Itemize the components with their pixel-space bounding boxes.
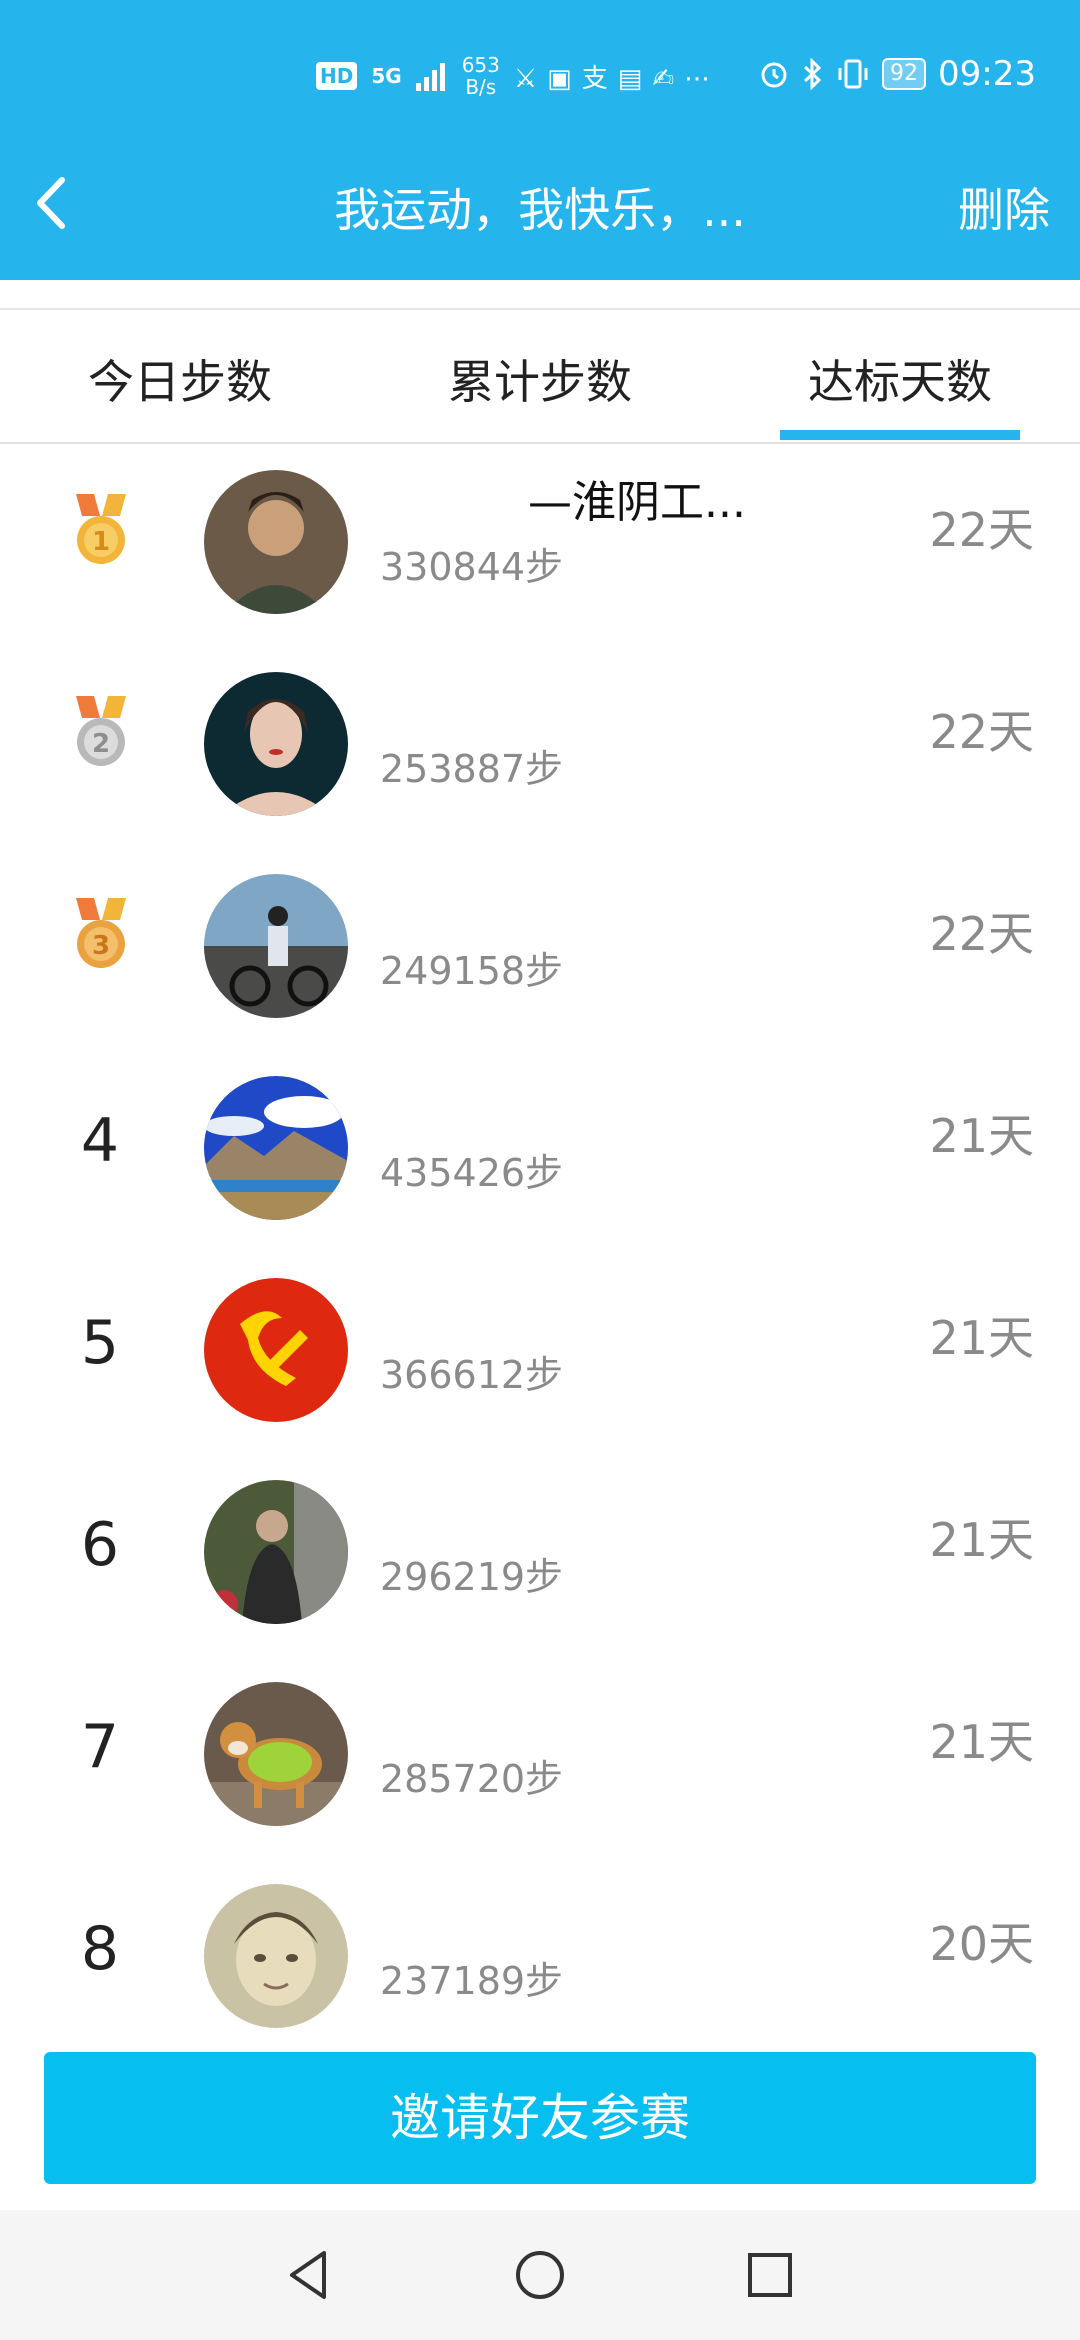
clock: 09:23 [938,54,1036,94]
network-label: 5G [371,64,402,88]
net-speed-unit: B/s [465,75,497,99]
notification-icons: ⚔▣支▤✍⋯ [513,63,721,94]
goal-days: 21天 [929,1715,1034,1769]
rank-number: 6 [80,1510,120,1580]
step-count: 285720步 [380,1757,564,1801]
nav-home-button[interactable] [510,2245,570,2305]
step-count: 366612步 [380,1353,564,1397]
avatar [204,1076,348,1220]
page-title: 我运动，我快乐，... [334,183,746,237]
goal-days: 21天 [929,1311,1034,1365]
net-speed: 653 B/s [462,54,500,98]
status-bar: HD 5G 653 B/s ⚔▣支▤✍⋯ 92 09:23 [0,44,1080,114]
step-count: 435426步 [380,1151,564,1195]
user-name: —淮阴工... [528,477,746,528]
rank-number: 7 [80,1712,120,1782]
step-count: 253887步 [380,747,564,791]
bluetooth-icon [803,58,822,90]
rank-number: 8 [80,1914,120,1984]
list-item[interactable]: 6 296219步 21天 [0,1452,1080,1654]
goal-days: 22天 [929,705,1034,759]
avatar [204,874,348,1018]
list-item[interactable]: 2 253887步 22天 [0,644,1080,846]
list-item[interactable]: 1 —淮阴工... 330844步 22天 [0,442,1080,644]
invite-friends-button[interactable]: 邀请好友参赛 [44,2052,1036,2184]
hd-badge: HD [316,62,358,90]
signal-icon [415,63,445,91]
rank-number: 4 [80,1106,120,1176]
list-item[interactable]: 4 435426步 21天 [0,1048,1080,1250]
battery-indicator: 92 [882,58,927,90]
delete-button[interactable]: 删除 [958,174,1050,240]
list-item[interactable]: 3 249158步 22天 [0,846,1080,1048]
net-speed-value: 653 [461,53,500,77]
avatar [204,1682,348,1826]
medal-icon: 1 [76,494,126,564]
avatar [204,1884,348,2028]
goal-days: 22天 [929,503,1034,557]
system-nav-bar [0,2210,1080,2340]
tab-bar: 今日步数 累计步数 达标天数 [0,308,1080,444]
goal-days: 21天 [929,1513,1034,1567]
status-icons: HD 5G 653 B/s ⚔▣支▤✍⋯ [316,54,720,98]
step-count: 296219步 [380,1555,564,1599]
medal-icon: 2 [76,696,126,766]
nav-recents-button[interactable] [740,2245,800,2305]
tab-total-steps[interactable]: 累计步数 [410,346,670,412]
goal-days: 21天 [929,1109,1034,1163]
step-count: 249158步 [380,949,564,993]
nav-back-button[interactable] [280,2245,340,2305]
step-count: 330844步 [380,545,564,589]
medal-icon: 3 [76,898,126,968]
back-button[interactable] [22,168,82,238]
top-bar: HD 5G 653 B/s ⚔▣支▤✍⋯ 92 09:23 我运动，我快乐，..… [0,0,1080,280]
medal-rank: 2 [92,729,110,759]
avatar [204,672,348,816]
vibrate-icon [838,59,868,89]
nav-back-icon [290,2251,326,2299]
active-tab-indicator [780,430,1020,440]
goal-days: 22天 [929,907,1034,961]
avatar [204,1278,348,1422]
list-item[interactable]: 5 366612步 21天 [0,1250,1080,1452]
goal-days: 20天 [929,1917,1034,1971]
back-arrow-icon [37,177,65,229]
medal-rank: 1 [92,527,110,557]
tab-today-steps[interactable]: 今日步数 [50,346,310,412]
rank-number: 5 [80,1308,120,1378]
avatar [204,470,348,614]
tab-goal-days[interactable]: 达标天数 [770,346,1030,412]
nav-home-icon [516,2251,564,2299]
medal-rank: 3 [92,931,110,961]
status-right: 92 09:23 [758,54,1036,94]
list-item[interactable]: 7 285720步 21天 [0,1654,1080,1856]
step-count: 237189步 [380,1959,564,2003]
avatar [204,1480,348,1624]
alarm-icon [761,62,787,88]
nav-recents-icon [748,2253,792,2297]
list-item[interactable]: 8 237189步 20天 [0,1856,1080,2058]
